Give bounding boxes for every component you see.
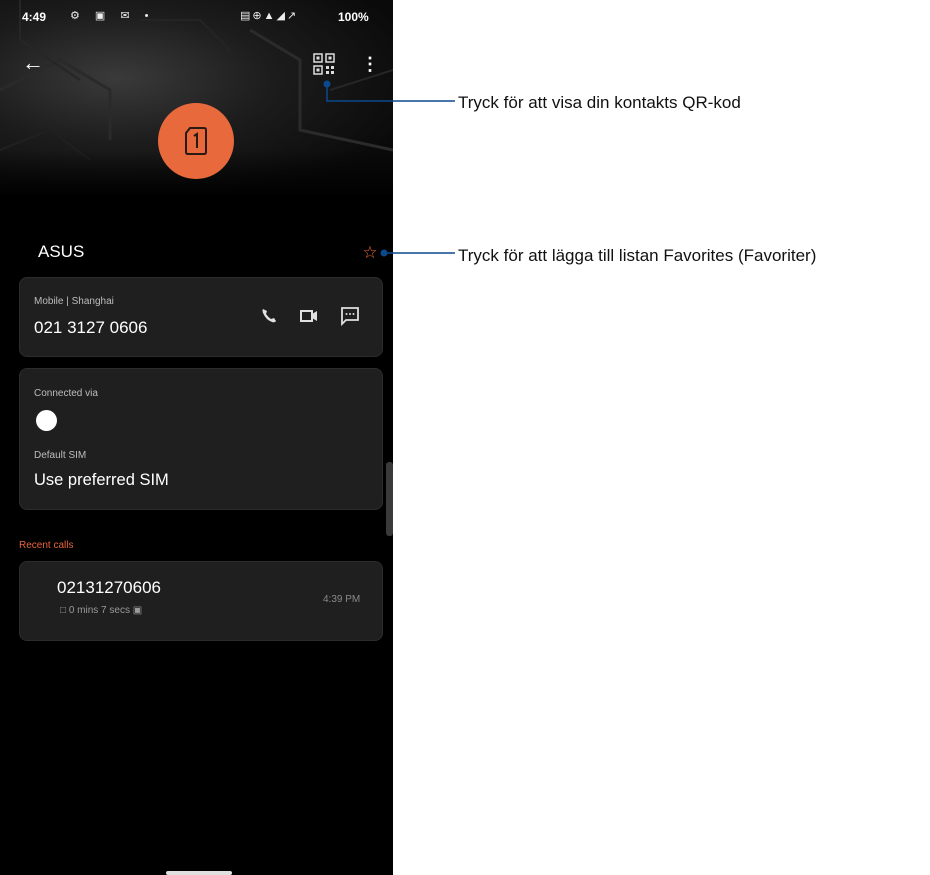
callout-favorites: Tryck för att lägga till listan Favorite… <box>458 246 817 265</box>
callout-qr-code: Tryck för att visa din kontakts QR-kod <box>458 93 741 112</box>
callout-lines <box>323 80 455 257</box>
